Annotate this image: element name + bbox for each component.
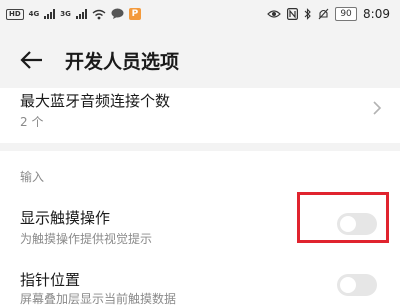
status-left: HD 4G 3G P	[6, 8, 141, 20]
signal-icon-2	[75, 9, 87, 19]
pointer-location-toggle[interactable]	[337, 274, 377, 296]
nfc-icon	[287, 8, 299, 20]
setting-title: 指针位置	[20, 271, 81, 289]
network-type-2: 3G	[60, 10, 71, 18]
eye-icon	[267, 10, 281, 18]
app-notification-icon: P	[128, 8, 141, 20]
setting-title: 显示触摸操作	[20, 209, 111, 227]
message-icon	[111, 8, 124, 19]
back-arrow-icon[interactable]	[18, 46, 46, 74]
clock: 8:09	[363, 7, 390, 21]
status-bar: HD 4G 3G P 90 8:09	[0, 0, 400, 30]
section-header-input: 输入	[20, 170, 45, 184]
mute-icon	[318, 8, 329, 20]
setting-subtitle: 为触摸操作提供视觉提示	[20, 232, 153, 246]
network-type-1: 4G	[28, 10, 40, 18]
hd-tag: HD	[6, 8, 24, 20]
status-right: 90 8:09	[267, 7, 390, 21]
show-touches-toggle[interactable]	[337, 213, 377, 235]
signal-icon	[44, 9, 56, 19]
setting-value: 2 个	[20, 115, 44, 129]
setting-subtitle: 屏幕叠加层显示当前触摸数据	[20, 292, 177, 306]
show-touches-row[interactable]: 显示触摸操作 为触摸操作提供视觉提示	[0, 195, 400, 255]
chevron-right-icon	[373, 101, 382, 115]
bluetooth-audio-connections-row[interactable]: 最大蓝牙音频连接个数 2 个	[0, 88, 400, 134]
bluetooth-icon	[304, 8, 311, 20]
wifi-icon	[92, 9, 106, 19]
app-header: 开发人员选项	[0, 30, 400, 88]
section-divider	[0, 143, 400, 151]
page-title: 开发人员选项	[65, 51, 180, 73]
pointer-location-row[interactable]: 指针位置 屏幕叠加层显示当前触摸数据	[0, 262, 400, 306]
setting-title: 最大蓝牙音频连接个数	[20, 92, 171, 110]
battery-indicator: 90	[335, 7, 358, 21]
